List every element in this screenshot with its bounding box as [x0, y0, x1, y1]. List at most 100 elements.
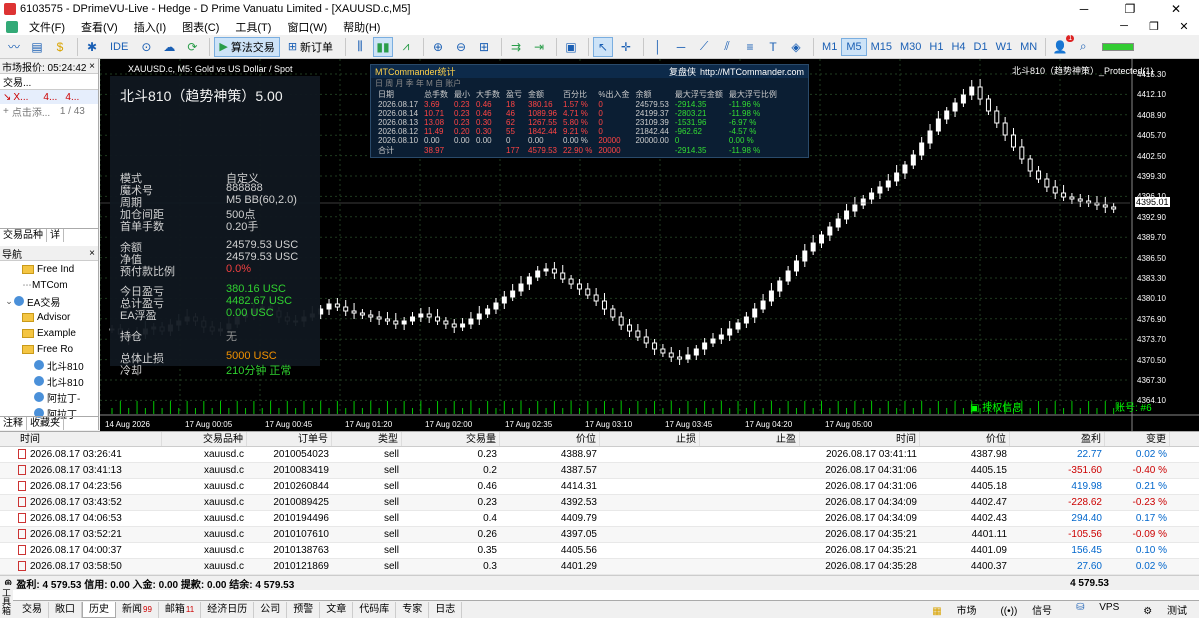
timeframe-m15[interactable]: M15 [867, 39, 896, 55]
toolbox-tab[interactable]: 公司 [254, 601, 288, 618]
table-row[interactable]: 2026.08.17 03:41:13 xauusd.c 2010083419 sel… [0, 463, 1199, 479]
column-header[interactable]: 时间 [0, 432, 162, 446]
new-chart-icon[interactable]: 〰 [4, 37, 24, 57]
crosshair-icon[interactable]: ✛ [616, 37, 636, 57]
toolbox-tab[interactable]: 日志 [429, 601, 463, 618]
toolbox-label[interactable]: 工具箱 [0, 585, 13, 618]
column-header[interactable]: 类型 [332, 432, 402, 446]
toolbox-tab[interactable]: 历史 [82, 601, 116, 618]
market-icon[interactable]: $ [50, 37, 70, 57]
algo-trading-button[interactable]: ▶ 算法交易 [214, 36, 280, 57]
tab-favorites[interactable]: 收藏夹 [27, 417, 64, 430]
candle-chart-icon[interactable]: ▮▮ [373, 36, 394, 57]
tester-tab[interactable]: ⚙ 测试 [1131, 602, 1199, 617]
text-tool-icon[interactable]: T [763, 37, 783, 57]
chart-shift-icon[interactable]: ⇥ [529, 37, 549, 57]
column-header[interactable]: 价位 [920, 432, 1010, 446]
table-row[interactable]: 2026.08.17 04:23:56 xauusd.c 2010260844 sel… [0, 479, 1199, 495]
menu-window[interactable]: 窗口(W) [279, 19, 335, 35]
timeframe-m30[interactable]: M30 [896, 39, 925, 55]
table-row[interactable]: 2026.08.17 03:58:50 xauusd.c 2010121869 sel… [0, 559, 1199, 575]
column-header[interactable]: 变更 [1105, 432, 1170, 446]
new-order-button[interactable]: ⊞ 新订单 [283, 37, 338, 57]
nav-item-ea-root[interactable]: ⌄ EA交易 [0, 293, 98, 309]
table-row[interactable]: 2026.08.17 04:00:37 xauusd.c 2010138763 sel… [0, 543, 1199, 559]
ide-button[interactable]: IDE [105, 37, 133, 57]
symbol-column-header[interactable]: 交易... [3, 74, 31, 89]
screenshot-icon[interactable]: ▣ [561, 37, 581, 57]
strategy-tester-icon[interactable]: ✱ [82, 37, 102, 57]
zoom-in-icon[interactable]: ⊕ [428, 37, 448, 57]
menu-file[interactable]: 文件(F) [21, 19, 73, 35]
timeframe-w1[interactable]: W1 [992, 39, 1017, 55]
zoom-out-icon[interactable]: ⊖ [451, 37, 471, 57]
column-header[interactable]: 止盈 [700, 432, 800, 446]
tile-icon[interactable]: ⊞ [474, 37, 494, 57]
timeframe-m1[interactable]: M1 [818, 39, 841, 55]
toolbox-tab[interactable]: 敞口 [49, 601, 82, 618]
menu-help[interactable]: 帮助(H) [335, 19, 388, 35]
autoscroll-icon[interactable]: ⇉ [506, 37, 526, 57]
table-row[interactable]: 2026.08.17 03:43:52 xauusd.c 2010089425 sel… [0, 495, 1199, 511]
table-row[interactable]: 2026.08.17 04:06:53 xauusd.c 2010194496 sel… [0, 511, 1199, 527]
menu-charts[interactable]: 图表(C) [174, 19, 227, 35]
close-icon[interactable]: × [89, 248, 95, 259]
column-header[interactable]: 交易量 [402, 432, 500, 446]
child-minimize-button[interactable]: ─ [1109, 20, 1139, 33]
toolbox-tab[interactable]: 文章 [320, 601, 354, 618]
timeframe-h4[interactable]: H4 [947, 39, 969, 55]
cursor-icon[interactable]: ↖ [593, 36, 614, 57]
profiles-icon[interactable]: ▤ [27, 37, 47, 57]
toolbox-tab[interactable]: 代码库 [353, 601, 397, 618]
line-chart-icon[interactable]: ⩘ [396, 37, 416, 57]
toolbox-tab[interactable]: 邮箱11 [159, 601, 202, 618]
close-icon[interactable]: × [89, 61, 95, 72]
bar-chart-icon[interactable]: ⫼ [350, 37, 370, 57]
timeframe-h1[interactable]: H1 [925, 39, 947, 55]
shapes-icon[interactable]: ◈ [786, 37, 806, 57]
channel-icon[interactable]: ⫽ [717, 37, 737, 57]
table-row[interactable]: 2026.08.17 03:52:21 xauusd.c 2010107610 sel… [0, 527, 1199, 543]
menu-insert[interactable]: 插入(I) [126, 19, 174, 35]
market-watch-row[interactable]: ↘ X... 4... 4... [0, 90, 98, 104]
nav-item[interactable]: ⋯ MTCom [0, 277, 98, 293]
vps-icon[interactable]: ⟳ [182, 37, 202, 57]
toolbox-tab[interactable]: 新闻99 [116, 601, 159, 618]
column-header[interactable]: 价位 [500, 432, 600, 446]
toolbox-tab[interactable]: 预警 [287, 601, 321, 618]
vps-tab[interactable]: ⛁ VPS [1064, 602, 1131, 617]
column-header[interactable]: 交易品种 [162, 432, 247, 446]
close-button[interactable]: ✕ [1153, 2, 1199, 16]
table-row[interactable]: 2026.08.17 03:26:41 xauusd.c 2010054023 sel… [0, 447, 1199, 463]
timeframe-m5[interactable]: M5 [841, 37, 867, 56]
nav-item[interactable]: 阿拉丁- [0, 389, 98, 405]
menu-tools[interactable]: 工具(T) [227, 19, 279, 35]
search-icon[interactable]: ⌕ [1073, 37, 1093, 57]
vertical-line-icon[interactable]: │ [648, 37, 668, 57]
signals-icon[interactable]: ⊙ [136, 37, 156, 57]
mtc-site[interactable]: http://MTCommander.com [700, 67, 804, 77]
toolbox-tab[interactable]: 交易 [16, 601, 49, 618]
column-header[interactable]: 订单号 [247, 432, 332, 446]
nav-item[interactable]: Example [0, 325, 98, 341]
nav-item[interactable]: Free Ro [0, 341, 98, 357]
horizontal-line-icon[interactable]: ─ [671, 37, 691, 57]
tab-details[interactable]: 详 [47, 229, 64, 242]
timeframe-mn[interactable]: MN [1016, 39, 1041, 55]
column-header[interactable]: 止损 [600, 432, 700, 446]
menu-view[interactable]: 查看(V) [73, 19, 126, 35]
price-chart[interactable]: XAUUSD.c, M5: Gold vs US Dollar / Spot 北… [100, 59, 1199, 431]
minimize-button[interactable]: ─ [1061, 2, 1107, 16]
column-header[interactable]: 盈利 [1010, 432, 1105, 446]
toolbox-tab[interactable]: 专家 [396, 601, 430, 618]
nav-item[interactable]: Free Ind [0, 261, 98, 277]
column-header[interactable]: 时间 [800, 432, 920, 446]
mtc-tabs[interactable]: 日 周 月 季 年 M 自 账户 [371, 78, 808, 89]
tab-symbols[interactable]: 交易品种 [0, 229, 47, 242]
toolbox-tab[interactable]: 经济日历 [201, 601, 255, 618]
timeframe-d1[interactable]: D1 [970, 39, 992, 55]
child-close-button[interactable]: ✕ [1169, 20, 1199, 33]
mtc-link-label[interactable]: 复盘侠 [669, 67, 696, 77]
child-restore-button[interactable]: ❐ [1139, 20, 1169, 33]
nav-item[interactable]: 北斗810 [0, 373, 98, 389]
